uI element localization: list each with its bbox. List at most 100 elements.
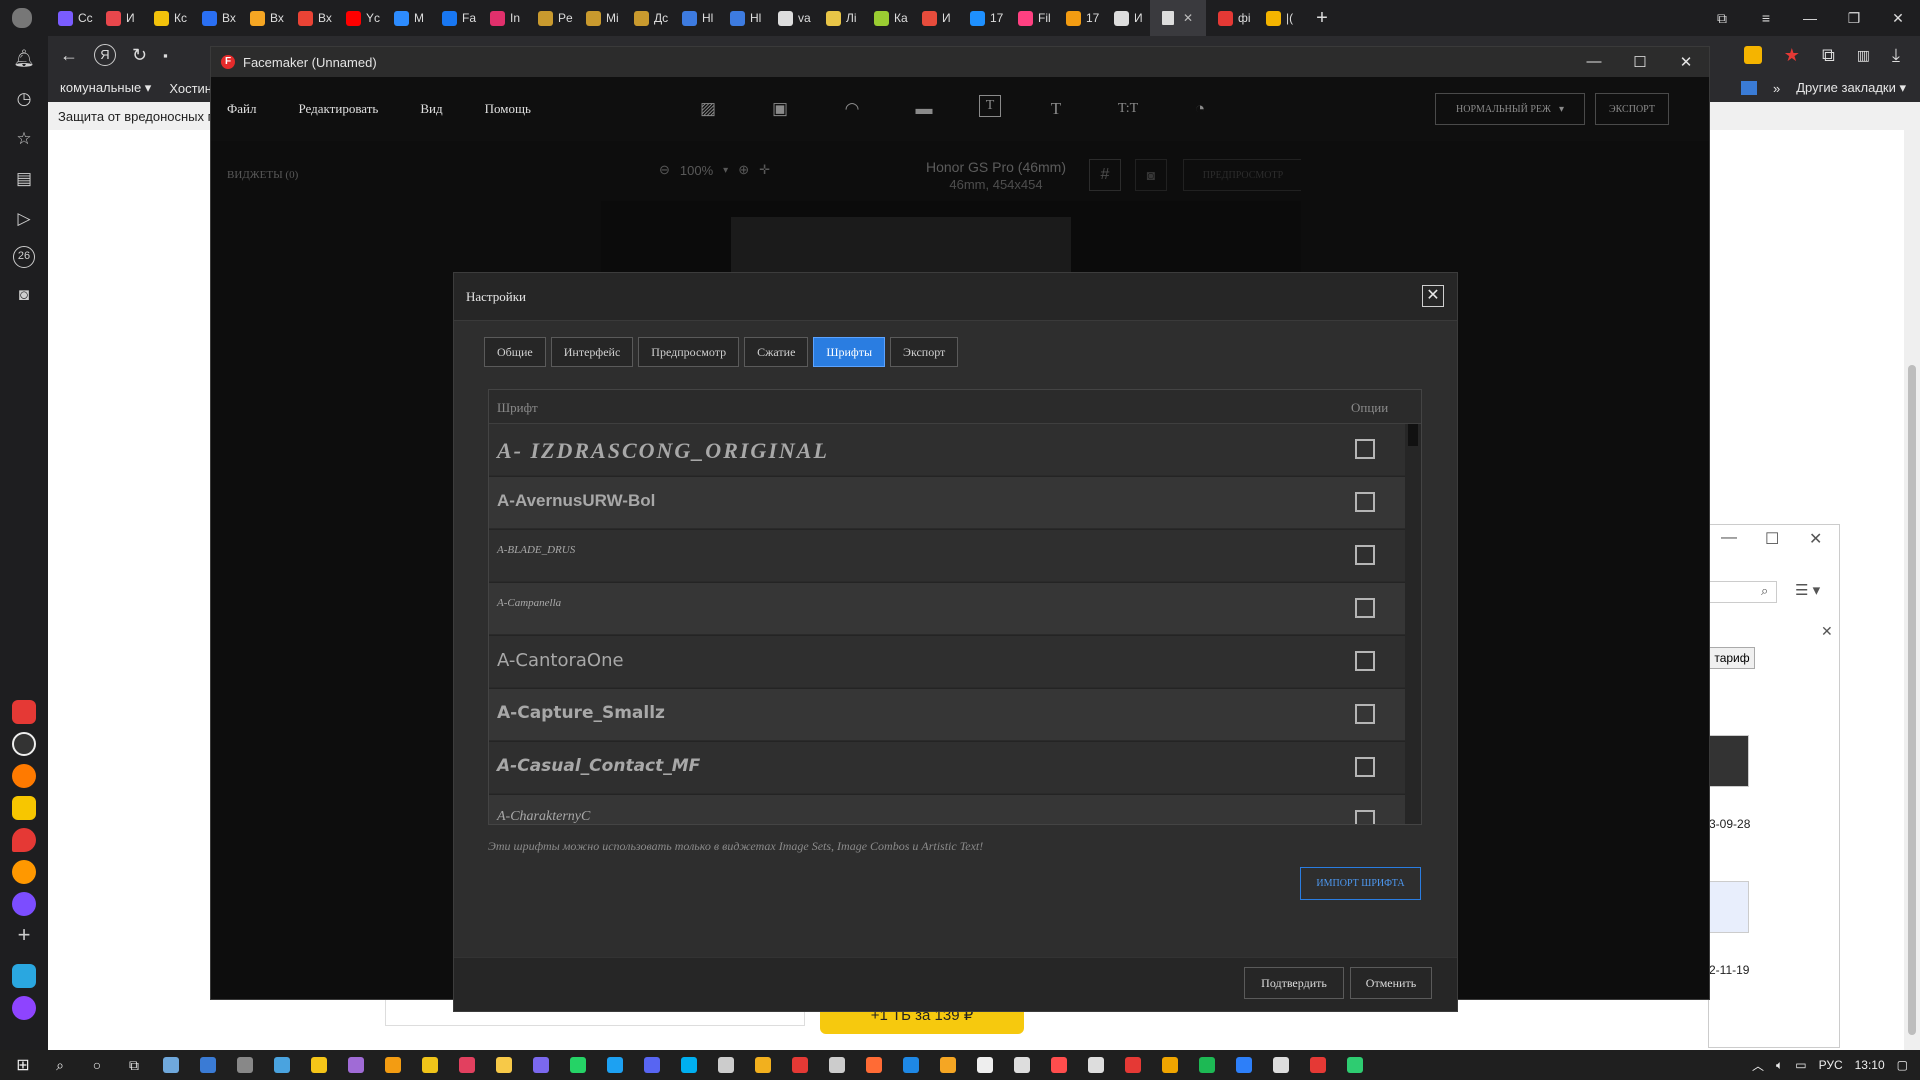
taskbar-app-icon[interactable] bbox=[750, 1054, 776, 1076]
file-thumbnail[interactable] bbox=[1709, 735, 1749, 787]
taskbar-app-icon[interactable] bbox=[269, 1054, 295, 1076]
taskbar-app-icon[interactable] bbox=[1009, 1054, 1035, 1076]
taskbar-app-icon[interactable] bbox=[1231, 1054, 1257, 1076]
active-tab[interactable]: ✕ bbox=[1150, 0, 1206, 36]
browser-tab[interactable]: Fil bbox=[1006, 0, 1054, 36]
collections-icon[interactable]: ▤ bbox=[12, 166, 36, 192]
taskbar-app-icon[interactable] bbox=[861, 1054, 887, 1076]
font-option-checkbox[interactable] bbox=[1355, 545, 1375, 565]
mode-select[interactable]: НОРМАЛЬНЫЙ РЕЖ ▾ bbox=[1435, 93, 1585, 125]
time-text-icon[interactable]: T:T bbox=[1111, 95, 1145, 123]
font-option-checkbox[interactable] bbox=[1355, 810, 1375, 824]
windows-start-icon[interactable]: ⊞ bbox=[10, 1054, 36, 1076]
tab-fonts[interactable]: Шрифты bbox=[813, 337, 886, 367]
taskbar-app-icon[interactable] bbox=[935, 1054, 961, 1076]
back-icon[interactable]: ← bbox=[60, 45, 78, 66]
page-scrollbar[interactable] bbox=[1904, 130, 1920, 1050]
media-play-icon[interactable]: ▷ bbox=[12, 206, 36, 232]
minimize-button[interactable]: — bbox=[1571, 53, 1617, 71]
cloud-app-icon[interactable] bbox=[12, 964, 36, 988]
clock-hands-icon[interactable]: ◔ bbox=[1183, 95, 1217, 123]
maximize-button[interactable]: ☐ bbox=[1617, 53, 1663, 71]
maximize-icon[interactable]: ☐ bbox=[1765, 529, 1779, 549]
taskbar-app-icon[interactable] bbox=[158, 1054, 184, 1076]
volume-icon[interactable]: 🔈︎ bbox=[1776, 1058, 1783, 1073]
browser-tab[interactable]: Yc bbox=[334, 0, 382, 36]
font-option-checkbox[interactable] bbox=[1355, 757, 1375, 777]
browser-tab[interactable]: M bbox=[382, 0, 430, 36]
taskbar-app-icon[interactable] bbox=[1120, 1054, 1146, 1076]
network-icon[interactable]: ▭ bbox=[1795, 1058, 1806, 1072]
browser-tab[interactable]: Дс bbox=[622, 0, 670, 36]
tabs-collection-icon[interactable]: ⧉ bbox=[1700, 0, 1744, 36]
language-indicator[interactable]: РУС bbox=[1819, 1058, 1843, 1072]
taskbar-app-icon[interactable] bbox=[1305, 1054, 1331, 1076]
mail-app-icon[interactable] bbox=[12, 860, 36, 884]
bookmark-item[interactable]: Хостин bbox=[169, 81, 212, 96]
font-option-checkbox[interactable] bbox=[1355, 651, 1375, 671]
browser-tab[interactable]: Вх bbox=[286, 0, 334, 36]
confirm-button[interactable]: Подтвердить bbox=[1244, 967, 1344, 999]
search-icon[interactable]: ⌕ bbox=[47, 1054, 73, 1076]
search-icon[interactable]: ⌕ bbox=[1761, 583, 1768, 599]
tab-preview[interactable]: Предпросмотр bbox=[638, 337, 740, 367]
export-button[interactable]: ЭКСПОРТ bbox=[1595, 93, 1669, 125]
browser-tab[interactable]: Ка bbox=[862, 0, 910, 36]
taskbar-app-icon[interactable] bbox=[454, 1054, 480, 1076]
taskbar-app-icon[interactable] bbox=[676, 1054, 702, 1076]
tab-compression[interactable]: Сжатие bbox=[744, 337, 809, 367]
taskbar-app-icon[interactable] bbox=[528, 1054, 554, 1076]
menu-view[interactable]: Вид bbox=[420, 101, 442, 117]
font-row[interactable]: A-CantoraOne bbox=[489, 636, 1405, 688]
extension-icon[interactable] bbox=[1743, 46, 1762, 64]
browser-tab[interactable]: И bbox=[910, 0, 958, 36]
view-list-icon[interactable]: ☰ ▾ bbox=[1795, 581, 1820, 599]
font-row[interactable]: A-CharakternyC bbox=[489, 795, 1405, 824]
clock[interactable]: 13:10 bbox=[1855, 1058, 1885, 1072]
taskbar-app-icon[interactable] bbox=[1194, 1054, 1220, 1076]
circle-app-icon[interactable] bbox=[12, 732, 36, 756]
maps-app-icon[interactable] bbox=[12, 828, 36, 852]
taskbar-app-icon[interactable] bbox=[306, 1054, 332, 1076]
image-set-icon[interactable]: ▣ bbox=[763, 95, 797, 123]
minimize-button[interactable]: — bbox=[1788, 0, 1832, 36]
notifications-icon[interactable]: 🔔︎ bbox=[12, 46, 36, 72]
history-icon[interactable]: ◷ bbox=[12, 86, 36, 112]
browser-tab[interactable]: Hl bbox=[670, 0, 718, 36]
import-font-button[interactable]: ИМПОРТ ШРИФТА bbox=[1300, 867, 1421, 900]
taskbar-app-icon[interactable] bbox=[1046, 1054, 1072, 1076]
taskbar-app-icon[interactable] bbox=[195, 1054, 221, 1076]
fonts-scrollbar[interactable] bbox=[1405, 424, 1421, 824]
taskbar-app-icon[interactable] bbox=[343, 1054, 369, 1076]
bookmark-folder[interactable]: комунальные ▾ bbox=[60, 80, 151, 96]
browser-tab[interactable]: 17 bbox=[1054, 0, 1102, 36]
close-banner-icon[interactable]: ✕ bbox=[1821, 623, 1833, 640]
taskbar-app-icon[interactable] bbox=[1342, 1054, 1368, 1076]
taskbar-app-icon[interactable] bbox=[1157, 1054, 1183, 1076]
taskbar-app-icon[interactable] bbox=[824, 1054, 850, 1076]
alice-app-icon[interactable] bbox=[12, 996, 36, 1020]
restore-button[interactable]: ❐ bbox=[1832, 0, 1876, 36]
yandex-icon[interactable]: Я bbox=[94, 44, 116, 66]
bookmarks-star-icon[interactable]: ☆ bbox=[12, 126, 36, 152]
new-tab-button[interactable]: + bbox=[1302, 0, 1342, 36]
taskbar-app-icon[interactable] bbox=[639, 1054, 665, 1076]
browser-tab[interactable]: И bbox=[94, 0, 142, 36]
taskbar-app-icon[interactable] bbox=[713, 1054, 739, 1076]
browser-tab[interactable]: va bbox=[766, 0, 814, 36]
browser-tab[interactable]: Кс bbox=[142, 0, 190, 36]
youtube-app-icon[interactable] bbox=[12, 700, 36, 724]
calendar-icon[interactable]: 26 bbox=[13, 246, 35, 268]
cancel-button[interactable]: Отменить bbox=[1350, 967, 1432, 999]
image-icon[interactable]: ▨ bbox=[691, 95, 725, 123]
close-dialog-icon[interactable]: ✕ bbox=[1422, 285, 1444, 307]
browser-tab[interactable]: In bbox=[478, 0, 526, 36]
font-option-checkbox[interactable] bbox=[1355, 704, 1375, 724]
kinopoisk-app-icon[interactable] bbox=[12, 796, 36, 820]
taskbar-app-icon[interactable] bbox=[602, 1054, 628, 1076]
more-bookmarks-icon[interactable]: » bbox=[1773, 81, 1780, 96]
taskbar-app-icon[interactable] bbox=[972, 1054, 998, 1076]
close-tab-icon[interactable]: ✕ bbox=[1183, 11, 1193, 25]
camera-icon[interactable]: ◙ bbox=[12, 282, 36, 308]
taskbar-app-icon[interactable] bbox=[1268, 1054, 1294, 1076]
